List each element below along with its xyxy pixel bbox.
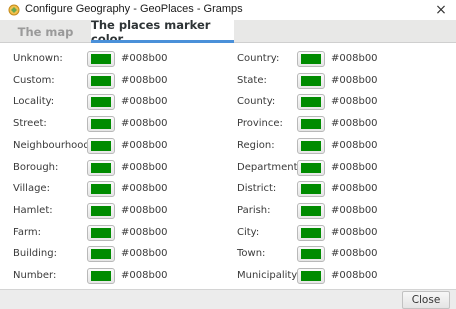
color-swatch (91, 184, 111, 195)
color-swatch (301, 162, 321, 173)
label-borough: Borough: (13, 161, 59, 173)
color-button-locality[interactable] (87, 94, 115, 111)
active-tab-indicator (91, 40, 234, 43)
label-city: City: (237, 226, 260, 238)
label-region: Region: (237, 139, 275, 151)
color-swatch (91, 75, 111, 86)
color-value-unknown: #008b00 (121, 53, 168, 64)
tab-label: The map (17, 24, 74, 39)
label-village: Village: (13, 183, 50, 195)
color-swatch (91, 140, 111, 151)
color-button-village[interactable] (87, 181, 115, 198)
label-province: Province: (237, 118, 283, 130)
label-town: Town: (237, 248, 266, 260)
color-button-farm[interactable] (87, 224, 115, 241)
color-value-building: #008b00 (121, 248, 168, 260)
color-button-town[interactable] (297, 246, 325, 263)
color-button-neighbourhood[interactable] (87, 137, 115, 154)
color-swatch (301, 54, 321, 64)
tab-the-map[interactable]: The map (0, 20, 91, 43)
color-value-municipality: #008b00 (331, 270, 378, 281)
label-street: Street: (13, 118, 47, 130)
color-value-village: #008b00 (121, 183, 168, 195)
color-value-town: #008b00 (331, 248, 378, 260)
close-button[interactable]: Close (402, 291, 450, 309)
color-button-parish[interactable] (297, 202, 325, 219)
label-unknown: Unknown: (13, 53, 63, 64)
color-swatch (301, 140, 321, 151)
color-button-number[interactable] (87, 268, 115, 284)
color-button-state[interactable] (297, 72, 325, 89)
color-swatch (301, 205, 321, 216)
color-button-borough[interactable] (87, 159, 115, 176)
label-parish: Parish: (237, 204, 271, 216)
color-value-county: #008b00 (331, 96, 378, 108)
color-swatch (91, 249, 111, 260)
marker-color-panel: Unknown: #008b00 Custom: #008b00 Locality: #0… (0, 44, 456, 289)
label-neighbourhood: Neighbourhood: (13, 139, 94, 151)
color-swatch (91, 205, 111, 216)
color-button-region[interactable] (297, 137, 325, 154)
color-swatch (301, 227, 321, 238)
color-swatch (91, 271, 111, 281)
label-custom: Custom: (13, 74, 55, 86)
label-farm: Farm: (13, 226, 42, 238)
color-value-street: #008b00 (121, 118, 168, 130)
color-swatch (301, 184, 321, 195)
color-value-locality: #008b00 (121, 96, 168, 108)
color-value-parish: #008b00 (331, 204, 378, 216)
color-value-region: #008b00 (331, 139, 378, 151)
color-swatch (91, 162, 111, 173)
color-swatch (301, 271, 321, 281)
color-button-district[interactable] (297, 181, 325, 198)
color-swatch (301, 75, 321, 86)
color-swatch (91, 97, 111, 108)
color-value-custom: #008b00 (121, 74, 168, 86)
color-value-country: #008b00 (331, 53, 378, 64)
color-button-city[interactable] (297, 224, 325, 241)
color-swatch (91, 119, 111, 130)
color-button-building[interactable] (87, 246, 115, 263)
gramps-app-icon (8, 4, 20, 16)
label-hamlet: Hamlet: (13, 204, 53, 216)
label-number: Number: (13, 270, 57, 281)
color-button-unknown[interactable] (87, 51, 115, 67)
color-value-hamlet: #008b00 (121, 204, 168, 216)
color-swatch (301, 119, 321, 130)
color-button-county[interactable] (297, 94, 325, 111)
label-country: Country: (237, 53, 280, 64)
label-department: Department: (237, 161, 301, 173)
tab-places-marker-color[interactable]: The places marker color (91, 18, 234, 46)
tab-bar: The map The places marker color (0, 18, 456, 46)
color-value-number: #008b00 (121, 270, 168, 281)
label-building: Building: (13, 248, 57, 260)
color-value-farm: #008b00 (121, 226, 168, 238)
color-value-province: #008b00 (331, 118, 378, 130)
color-button-province[interactable] (297, 116, 325, 133)
color-value-neighbourhood: #008b00 (121, 139, 168, 151)
label-district: District: (237, 183, 277, 195)
color-button-hamlet[interactable] (87, 202, 115, 219)
color-button-country[interactable] (297, 51, 325, 67)
color-swatch (301, 97, 321, 108)
color-button-municipality[interactable] (297, 268, 325, 284)
window-close-button[interactable]: × (432, 1, 450, 19)
color-button-custom[interactable] (87, 72, 115, 89)
window-title: Configure Geography - GeoPlaces - Gramps (25, 3, 243, 15)
label-municipality: Municipality: (237, 270, 300, 281)
label-locality: Locality: (13, 96, 55, 108)
color-swatch (91, 54, 111, 64)
dialog-footer: Close (0, 289, 456, 309)
color-swatch (301, 249, 321, 260)
color-value-state: #008b00 (331, 74, 378, 86)
color-value-department: #008b00 (331, 161, 378, 173)
color-value-city: #008b00 (331, 226, 378, 238)
color-button-department[interactable] (297, 159, 325, 176)
label-state: State: (237, 74, 267, 86)
label-county: County: (237, 96, 276, 108)
color-value-district: #008b00 (331, 183, 378, 195)
color-swatch (91, 227, 111, 238)
color-value-borough: #008b00 (121, 161, 168, 173)
color-button-street[interactable] (87, 116, 115, 133)
